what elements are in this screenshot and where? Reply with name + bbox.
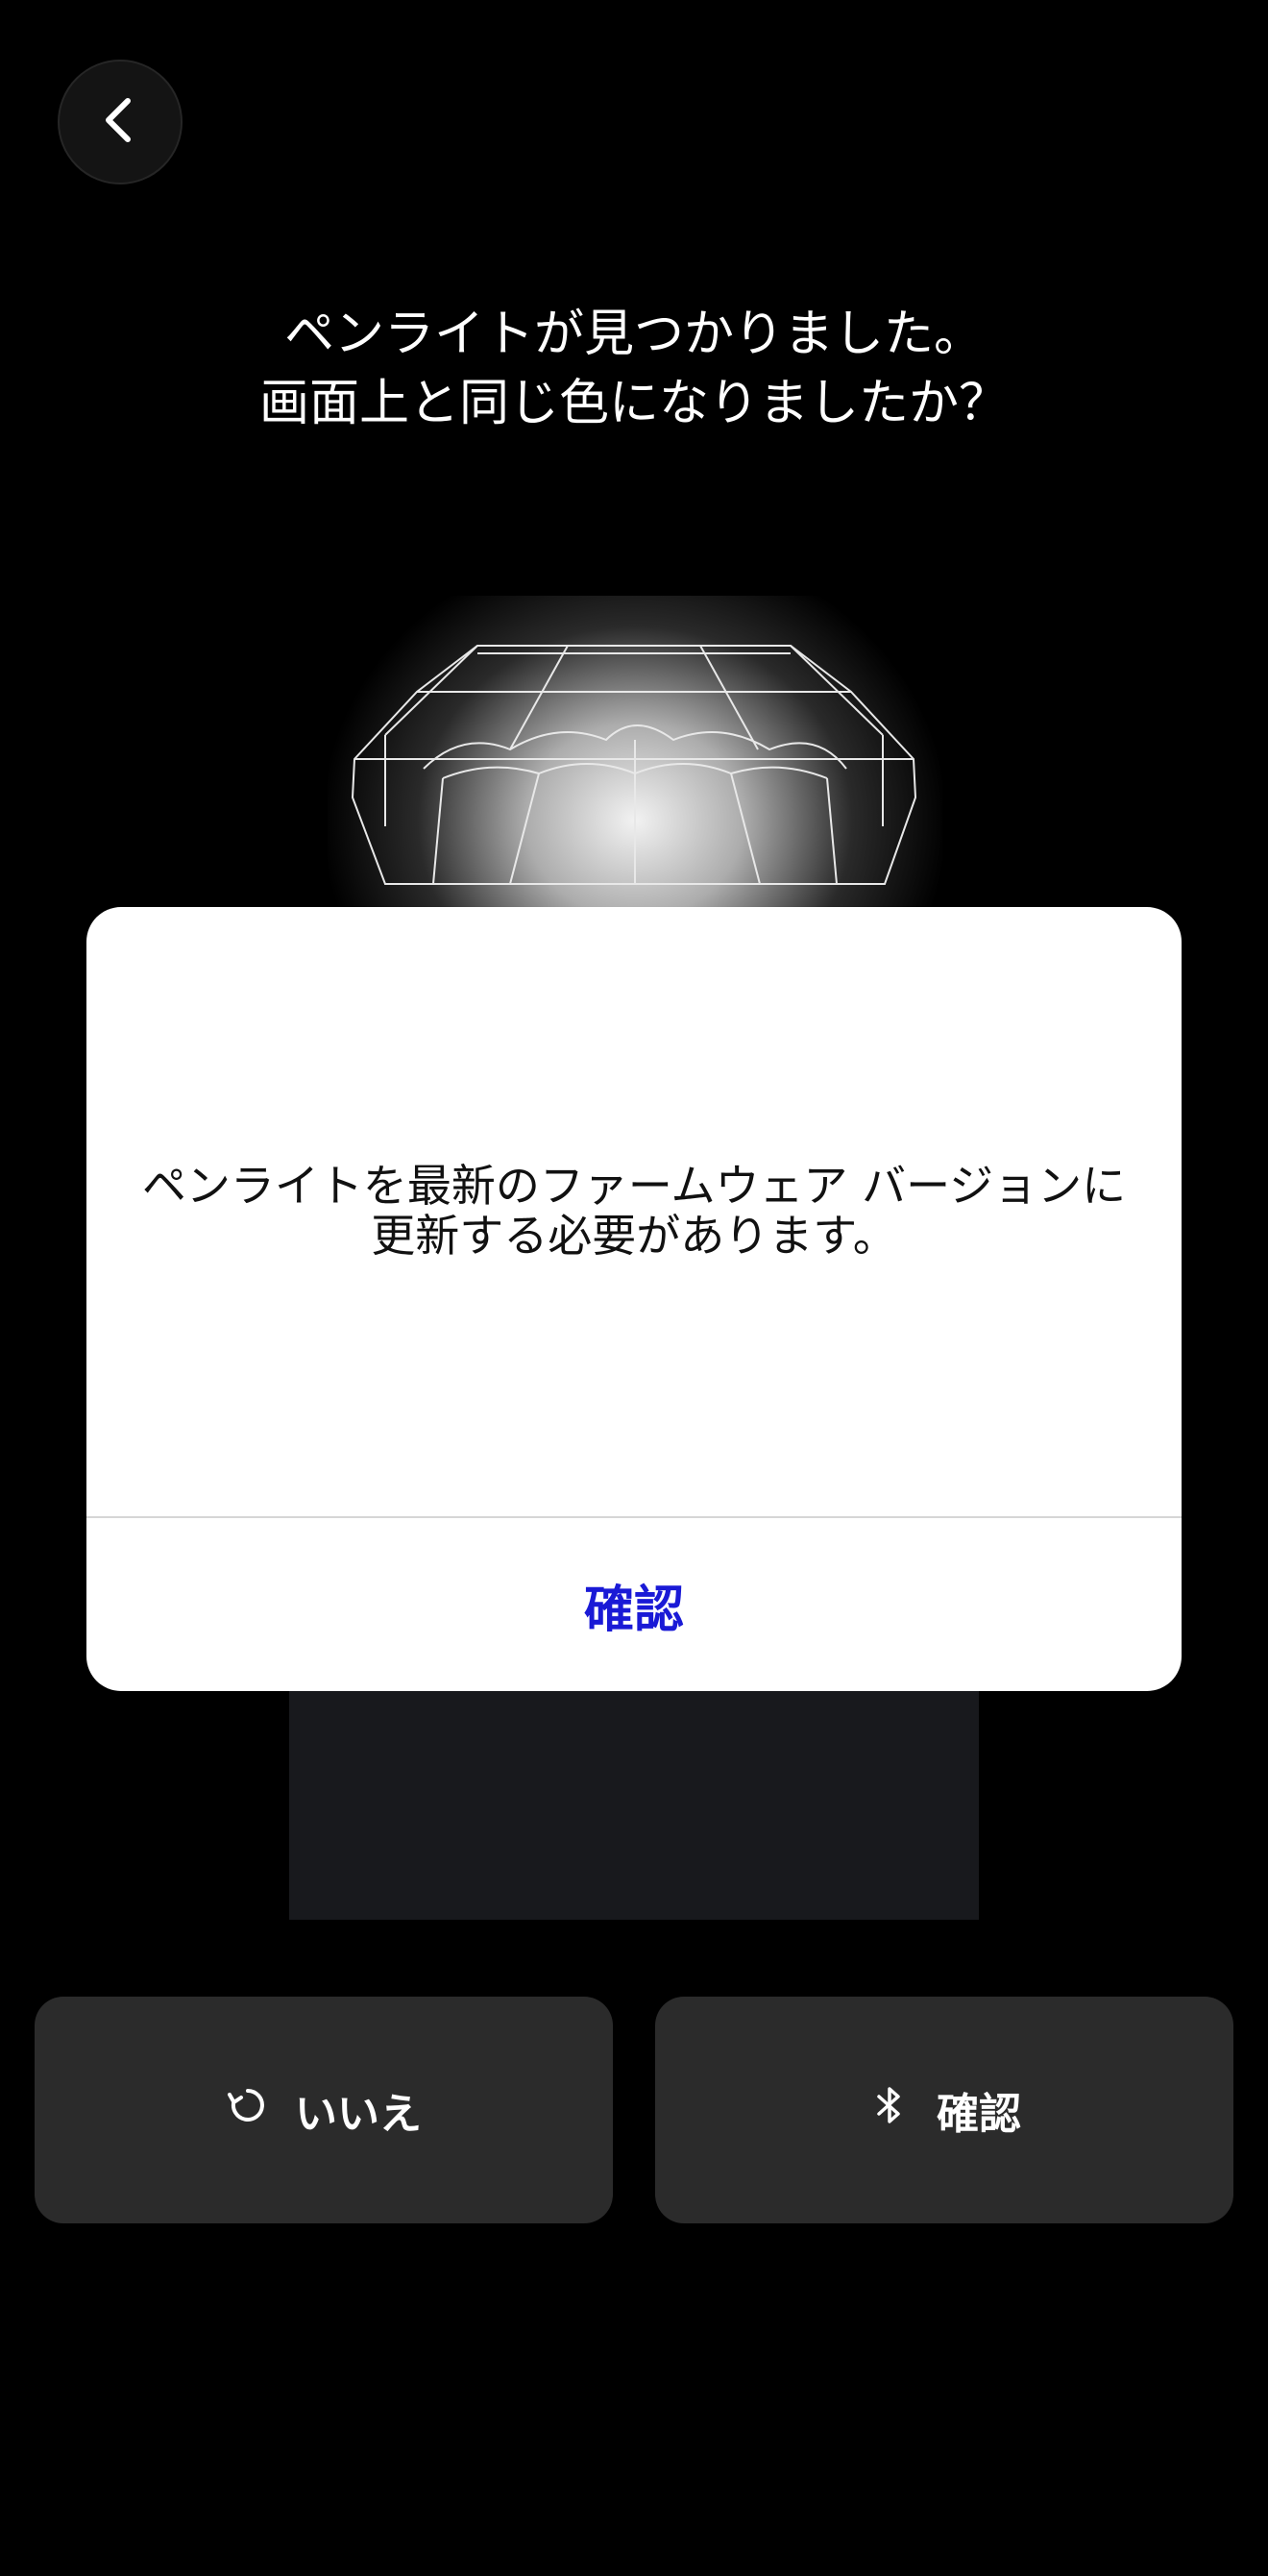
confirm-button-label: 確認 — [937, 2090, 1021, 2139]
chevron-left-icon — [93, 93, 147, 151]
refresh-icon — [226, 2083, 270, 2138]
title-line-2: 画面上と同じ色になりましたか？ — [258, 375, 1009, 432]
bluetooth-icon — [867, 2083, 912, 2138]
dialog-message-line-1: ペンライトを最新のファームウェア バージョンに — [141, 1160, 1127, 1212]
title-line-1: ペンライトが見つかりました。 — [283, 306, 984, 363]
page-title: ペンライトが見つかりました。 画面上と同じ色になりましたか？ — [0, 300, 1268, 438]
dialog-message-line-2: 更新する必要があります。 — [371, 1210, 897, 1262]
firmware-update-dialog: ペンライトを最新のファームウェア バージョンに 更新する必要があります。 確認 — [86, 907, 1182, 1691]
dialog-confirm-button[interactable]: 確認 — [86, 1518, 1182, 1691]
back-button[interactable] — [58, 60, 183, 184]
confirm-button[interactable]: 確認 — [655, 1997, 1233, 2223]
no-button-label: いいえ — [295, 2090, 422, 2139]
no-button[interactable]: いいえ — [35, 1997, 613, 2223]
dialog-message: ペンライトを最新のファームウェア バージョンに 更新する必要があります。 — [106, 1161, 1162, 1261]
